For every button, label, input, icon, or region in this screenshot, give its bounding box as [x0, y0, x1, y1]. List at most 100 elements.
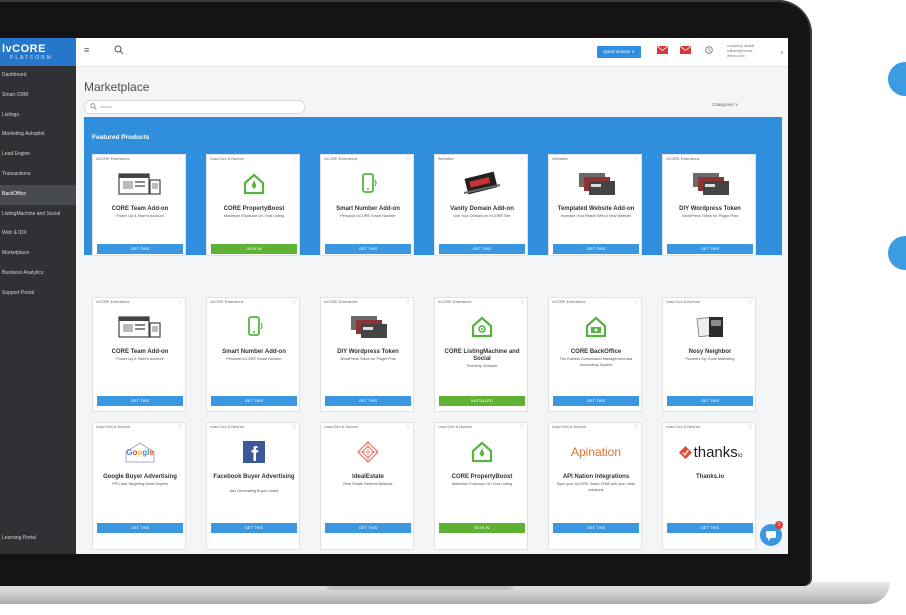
- get-this-button[interactable]: GET THIS: [211, 523, 297, 533]
- get-this-button[interactable]: GET THIS: [97, 396, 183, 406]
- card-subtitle: Sync your lvCORE Smart CRM with your oth…: [556, 482, 636, 492]
- clock-icon[interactable]: [705, 46, 713, 54]
- product-card[interactable]: Lead Gen & Nurture ⓘ CORE PropertyBoost Max…: [206, 154, 300, 256]
- product-card[interactable]: lvCORE Extensions ⓘ DIY Wordpress Token Wor…: [320, 297, 414, 412]
- card-subtitle: Personal lvCORE Smart Number: [340, 214, 396, 218]
- card-title: Templated Website Add-on: [557, 206, 635, 212]
- product-card[interactable]: Lead Gen & Nurture ⓘ Facebook Buyer Advert…: [206, 422, 300, 550]
- get-this-button[interactable]: GET THIS: [325, 523, 411, 533]
- get-this-button[interactable]: GET THIS: [439, 244, 525, 254]
- get-this-button[interactable]: GET THIS: [553, 523, 639, 533]
- get-this-button[interactable]: GET THIS: [667, 396, 753, 406]
- sidebar-item-backoffice[interactable]: BackOffice: [0, 184, 76, 205]
- sidebar-item-smart-crm[interactable]: Smart CRM: [0, 86, 76, 106]
- chat-badge: 1: [775, 521, 783, 529]
- card-subtitle: Personal lvCORE Smart Number: [226, 357, 282, 361]
- logo[interactable]: lvCORE PLATFORM: [0, 38, 76, 66]
- card-subtitle: Increase Your Reach With A New Website: [560, 214, 632, 218]
- quick-actions-button[interactable]: Quick actions ∨: [597, 46, 641, 58]
- sidebar-item-learning-portal[interactable]: Learning Portal: [0, 532, 78, 544]
- info-icon[interactable]: ⓘ: [748, 424, 752, 430]
- get-this-button[interactable]: GET THIS: [211, 396, 297, 406]
- get-this-button[interactable]: SIGN IN: [439, 523, 525, 533]
- sidebar-item-marketing-autopilot[interactable]: Marketing Autopilot: [0, 125, 76, 145]
- card-title: Google Buyer Advertising: [103, 474, 177, 480]
- info-icon[interactable]: ⓘ: [178, 424, 182, 430]
- browser-devices-icon: [93, 312, 187, 342]
- info-icon[interactable]: ⓘ: [634, 299, 638, 305]
- card-subtitle: Formerly Circlepix: [466, 364, 498, 368]
- info-icon[interactable]: ⓘ: [406, 156, 410, 162]
- info-icon[interactable]: ⓘ: [634, 424, 638, 430]
- search-icon[interactable]: [114, 45, 124, 55]
- get-this-button[interactable]: GET THIS: [325, 396, 411, 406]
- info-icon[interactable]: ⓘ: [406, 424, 410, 430]
- sidebar-item-support-portal[interactable]: Support Portal: [0, 284, 76, 304]
- card-subtitle: Power Up A Team's Account: [116, 214, 164, 218]
- get-this-button[interactable]: GET THIS: [667, 244, 753, 254]
- chat-button[interactable]: 1: [760, 521, 783, 546]
- sidebar-item-listingmachine-and-social[interactable]: ListingMachine and Social: [0, 205, 76, 225]
- product-card[interactable]: lvCORE Extensions ⓘ CORE ListingMachine an…: [434, 297, 528, 412]
- info-icon[interactable]: ⓘ: [748, 156, 752, 162]
- sidebar-item-marketplace[interactable]: Marketplace: [0, 244, 76, 264]
- product-card[interactable]: lvCORE Extensions ⓘ CORE BackOffice The Eas…: [548, 297, 642, 412]
- top-bar: ≡ Quick actions ∨ company details willia…: [76, 38, 788, 67]
- mail-icon[interactable]: [657, 46, 668, 54]
- get-this-button[interactable]: GET THIS: [97, 523, 183, 533]
- sidebar-item-web-idx[interactable]: Web & IDX: [0, 224, 76, 244]
- sidebar-item-business-analytics[interactable]: Business Analytics: [0, 264, 76, 284]
- featured-title: Featured Products: [92, 134, 150, 141]
- sidebar-item-listings[interactable]: Listings: [0, 106, 76, 126]
- info-icon[interactable]: ⓘ: [292, 156, 296, 162]
- chevron-down-icon[interactable]: ∨: [780, 50, 784, 56]
- product-card[interactable]: lvCORE Extensions ⓘ CORE Team Add-on Power …: [92, 297, 186, 412]
- product-card[interactable]: Lead Gen & Nurture ⓘ CORE PropertyBoost Max…: [434, 422, 528, 550]
- get-this-button[interactable]: GET THIS: [553, 396, 639, 406]
- info-icon[interactable]: ⓘ: [178, 299, 182, 305]
- product-card[interactable]: Lead Gen & Nurture ⓘ IdealEstate Real Estat…: [320, 422, 414, 550]
- get-this-button[interactable]: SIGN IN: [211, 244, 297, 254]
- website-stack-icon: [549, 169, 643, 199]
- user-info[interactable]: company details william@lvcore- demo.com: [727, 44, 754, 59]
- sidebar-item-lead-engine[interactable]: Lead Engine: [0, 145, 76, 165]
- info-icon[interactable]: ⓘ: [634, 156, 638, 162]
- info-icon[interactable]: ⓘ: [292, 299, 296, 305]
- info-icon[interactable]: ⓘ: [520, 156, 524, 162]
- info-icon[interactable]: ⓘ: [178, 156, 182, 162]
- website-stack-icon: [663, 169, 757, 199]
- product-card[interactable]: Lead Gen & Nurture ⓘ Google Google Buyer Ad…: [92, 422, 186, 550]
- get-this-button[interactable]: INSTALLED: [439, 396, 525, 406]
- card-title: CORE PropertyBoost: [223, 206, 285, 212]
- get-this-button[interactable]: GET THIS: [97, 244, 183, 254]
- info-icon[interactable]: ⓘ: [520, 299, 524, 305]
- info-icon[interactable]: ⓘ: [520, 424, 524, 430]
- product-card[interactable]: lvCORE Extensions ⓘ Smart Number Add-on Per…: [206, 297, 300, 412]
- laptop-bezel: lvCORE PLATFORM Dashboard Smart CRM Listin…: [0, 0, 812, 586]
- notification-icon[interactable]: [680, 46, 691, 54]
- hamburger-icon[interactable]: ≡: [84, 46, 93, 55]
- product-card[interactable]: Lead Gen & Nurture ⓘ thanks io Thanks.io GET …: [662, 422, 756, 550]
- product-card[interactable]: Websites ⓘ Vanity Domain Add-on Use Your Do…: [434, 154, 528, 256]
- product-card[interactable]: Lead Gen & Nurture ⓘ Nosy Neighbor Powerful…: [662, 297, 756, 412]
- info-icon[interactable]: ⓘ: [406, 299, 410, 305]
- product-card[interactable]: Websites ⓘ Templated Website Add-on Increas…: [548, 154, 642, 256]
- get-this-button[interactable]: GET THIS: [667, 523, 753, 533]
- house-gear-icon: [435, 312, 529, 342]
- sidebar-item-dashboard[interactable]: Dashboard: [0, 66, 76, 86]
- product-card[interactable]: Lead Gen & Nurture ⓘ Apination API Nation I…: [548, 422, 642, 550]
- marketplace-search-input[interactable]: search: [84, 100, 305, 114]
- product-card[interactable]: lvCORE Extensions ⓘ Smart Number Add-on Per…: [320, 154, 414, 256]
- browser-devices-icon: [93, 169, 187, 199]
- info-icon[interactable]: ⓘ: [748, 299, 752, 305]
- info-icon[interactable]: ⓘ: [292, 424, 296, 430]
- categories-dropdown[interactable]: Categories ∨: [712, 102, 738, 108]
- get-this-button[interactable]: GET THIS: [553, 244, 639, 254]
- product-card[interactable]: lvCORE Extensions ⓘ DIY Wordpress Token Wor…: [662, 154, 756, 256]
- card-subtitle: Powerful Zip Code Marketing: [685, 357, 735, 361]
- card-title: Smart Number Add-on: [222, 349, 286, 355]
- get-this-button[interactable]: GET THIS: [325, 244, 411, 254]
- product-card[interactable]: lvCORE Extensions ⓘ CORE Team Add-on Power …: [92, 154, 186, 256]
- sidebar-item-transactions[interactable]: Transactions: [0, 165, 76, 185]
- house-money-icon: [549, 312, 643, 342]
